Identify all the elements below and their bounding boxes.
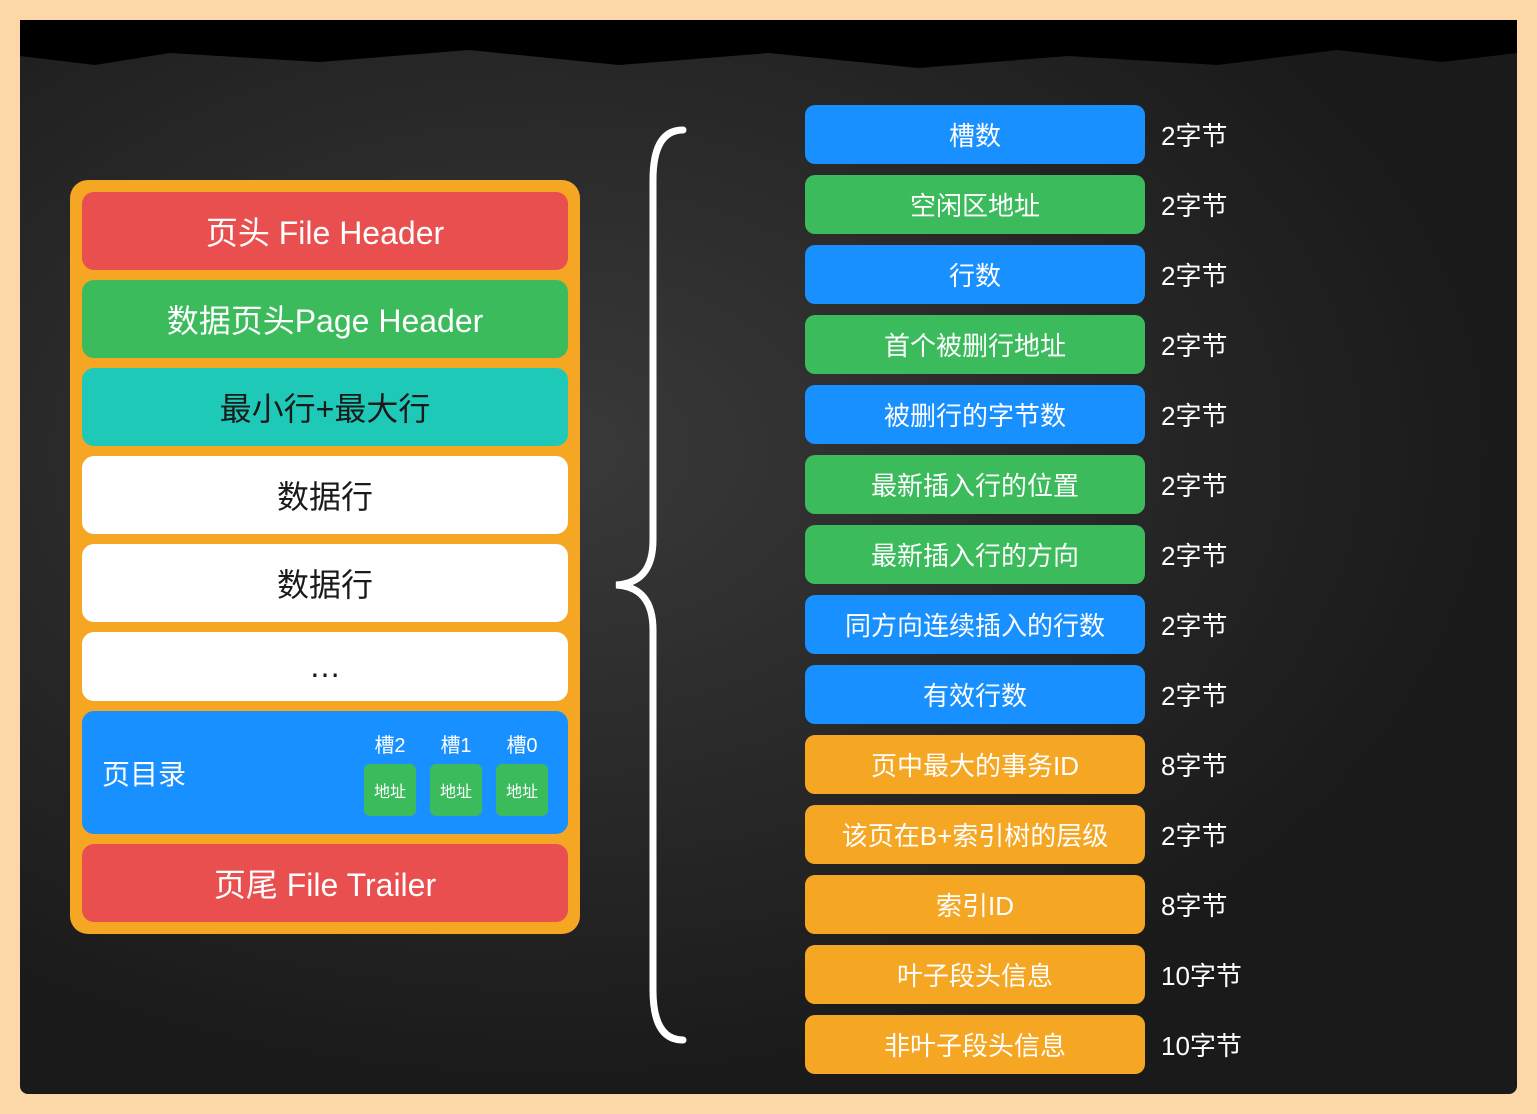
field-bytes-label: 2字节 (1161, 256, 1227, 293)
file-header-block: 页头 File Header (82, 192, 568, 270)
directory-slot: 槽1 地址 (430, 729, 482, 816)
field-box: 最新插入行的方向 (805, 525, 1145, 584)
diagram-background: 页头 File Header 数据页头Page Header 最小行+最大行 数… (20, 20, 1517, 1094)
field-row: 空闲区地址 2字节 (805, 175, 1242, 234)
field-row: 被删行的字节数 2字节 (805, 385, 1242, 444)
page-structure-panel: 页头 File Header 数据页头Page Header 最小行+最大行 数… (70, 180, 580, 934)
field-bytes-label: 2字节 (1161, 326, 1227, 363)
ellipsis-block: … (82, 632, 568, 701)
field-box: 被删行的字节数 (805, 385, 1145, 444)
field-bytes-label: 2字节 (1161, 116, 1227, 153)
field-row: 行数 2字节 (805, 245, 1242, 304)
page-directory-label: 页目录 (102, 753, 186, 793)
field-box: 行数 (805, 245, 1145, 304)
field-bytes-label: 8字节 (1161, 746, 1227, 783)
field-box: 槽数 (805, 105, 1145, 164)
field-box: 同方向连续插入的行数 (805, 595, 1145, 654)
field-row: 非叶子段头信息 10字节 (805, 1015, 1242, 1074)
slot-address-box: 地址 (496, 764, 548, 816)
field-box: 空闲区地址 (805, 175, 1145, 234)
field-box: 索引ID (805, 875, 1145, 934)
field-bytes-label: 2字节 (1161, 536, 1227, 573)
slot-label: 槽1 (440, 729, 471, 758)
field-row: 页中最大的事务ID 8字节 (805, 735, 1242, 794)
field-row: 该页在B+索引树的层级 2字节 (805, 805, 1242, 864)
field-box: 首个被删行地址 (805, 315, 1145, 374)
page-header-block: 数据页头Page Header (82, 280, 568, 358)
slot-label: 槽0 (506, 729, 537, 758)
min-max-row-block: 最小行+最大行 (82, 368, 568, 446)
field-box: 该页在B+索引树的层级 (805, 805, 1145, 864)
page-header-fields-panel: 槽数2字节空闲区地址2字节行数2字节首个被删行地址2字节被删行的字节数2字节最新… (805, 105, 1242, 1074)
field-box: 最新插入行的位置 (805, 455, 1145, 514)
field-bytes-label: 2字节 (1161, 606, 1227, 643)
field-row: 最新插入行的方向 2字节 (805, 525, 1242, 584)
field-bytes-label: 2字节 (1161, 186, 1227, 223)
diagram-content: 页头 File Header 数据页头Page Header 最小行+最大行 数… (60, 90, 1477, 1064)
directory-slot: 槽0 地址 (496, 729, 548, 816)
field-row: 同方向连续插入的行数 2字节 (805, 595, 1242, 654)
rough-top-edge (20, 20, 1517, 80)
field-bytes-label: 2字节 (1161, 466, 1227, 503)
field-bytes-label: 2字节 (1161, 396, 1227, 433)
data-row-block: 数据行 (82, 544, 568, 622)
directory-slots: 槽2 地址 槽1 地址 槽0 地址 (364, 729, 548, 816)
slot-address-box: 地址 (364, 764, 416, 816)
page-directory-block: 页目录 槽2 地址 槽1 地址 槽0 地址 (82, 711, 568, 834)
directory-slot: 槽2 地址 (364, 729, 416, 816)
field-row: 有效行数 2字节 (805, 665, 1242, 724)
slot-label: 槽2 (374, 729, 405, 758)
file-trailer-block: 页尾 File Trailer (82, 844, 568, 922)
field-box: 页中最大的事务ID (805, 735, 1145, 794)
field-row: 索引ID 8字节 (805, 875, 1242, 934)
field-bytes-label: 2字节 (1161, 816, 1227, 853)
field-bytes-label: 10字节 (1161, 956, 1242, 993)
field-box: 非叶子段头信息 (805, 1015, 1145, 1074)
field-box: 有效行数 (805, 665, 1145, 724)
slot-address-box: 地址 (430, 764, 482, 816)
field-row: 叶子段头信息 10字节 (805, 945, 1242, 1004)
curly-brace-icon (598, 120, 698, 1050)
field-row: 最新插入行的位置 2字节 (805, 455, 1242, 514)
field-bytes-label: 8字节 (1161, 886, 1227, 923)
field-row: 槽数 2字节 (805, 105, 1242, 164)
data-row-block: 数据行 (82, 456, 568, 534)
field-bytes-label: 2字节 (1161, 676, 1227, 713)
field-box: 叶子段头信息 (805, 945, 1145, 1004)
field-row: 首个被删行地址 2字节 (805, 315, 1242, 374)
field-bytes-label: 10字节 (1161, 1026, 1242, 1063)
